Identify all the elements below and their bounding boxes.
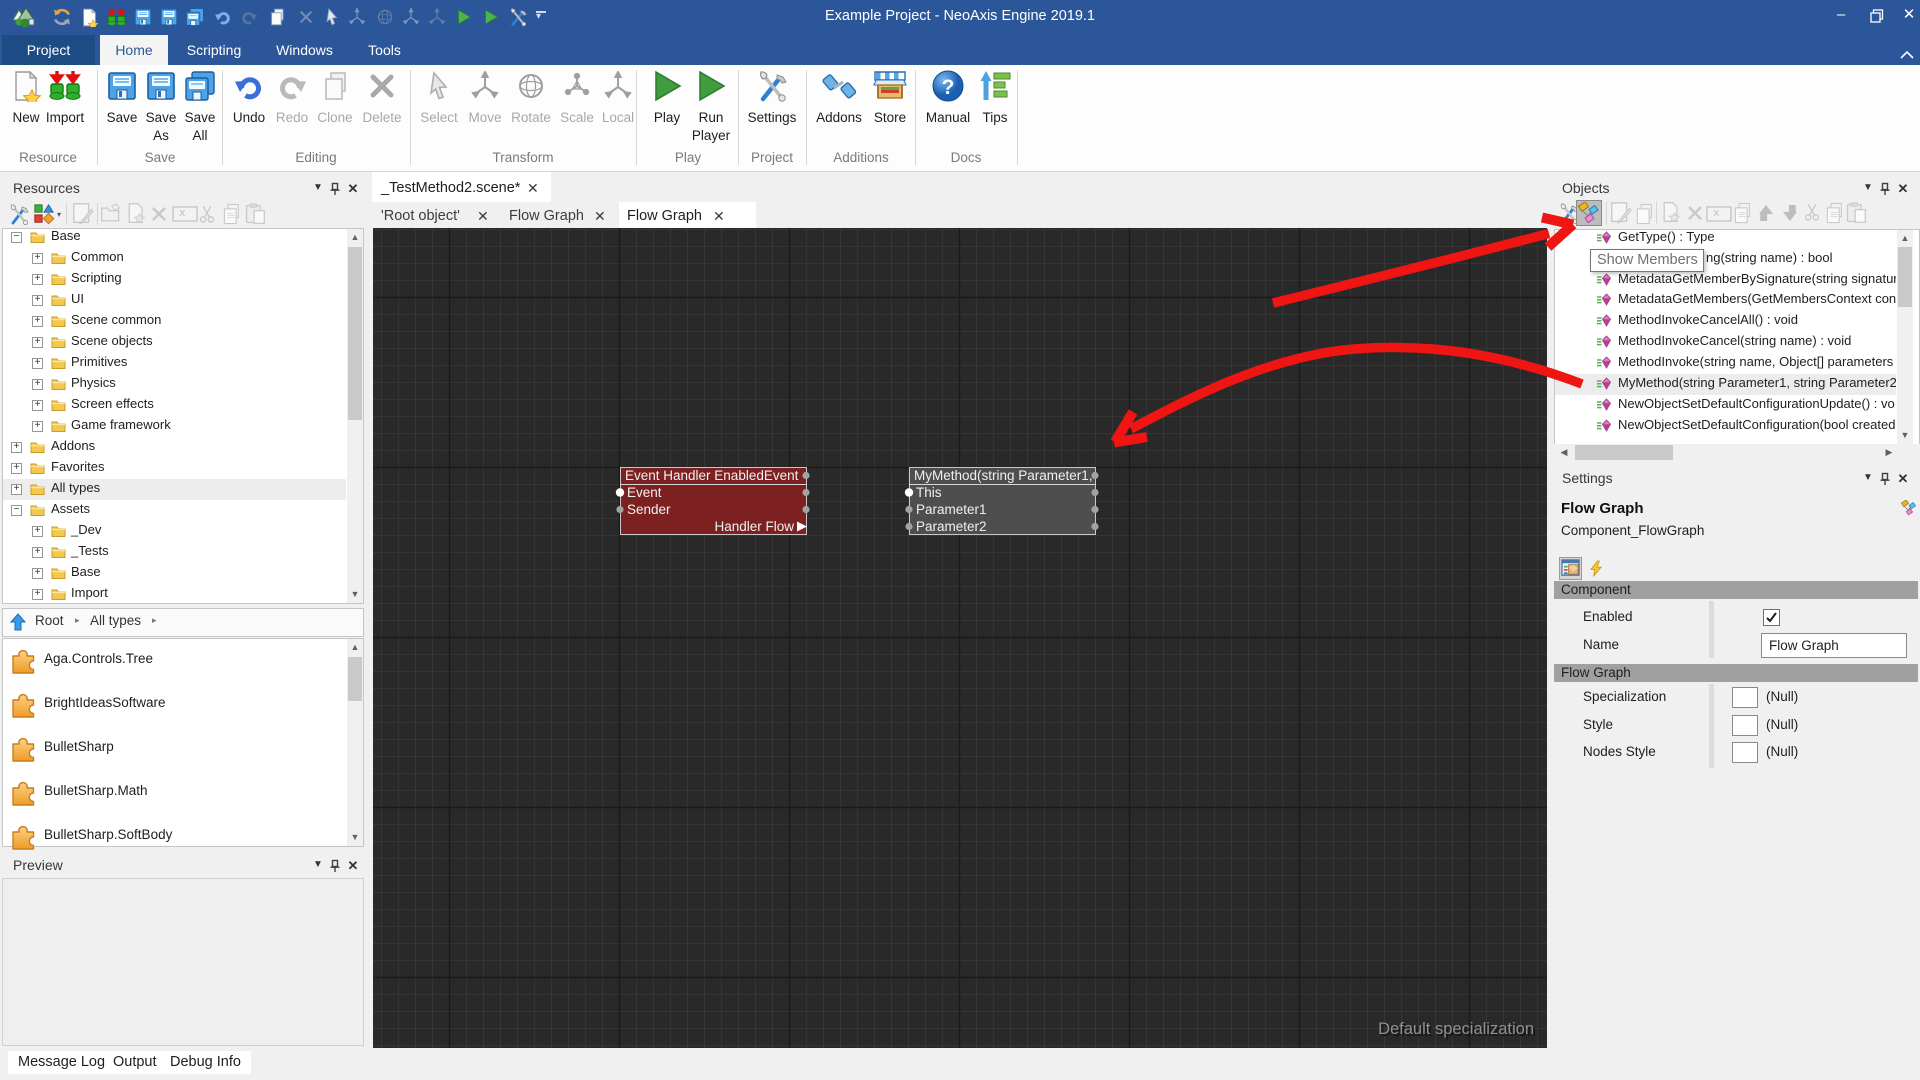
svg-text:Sender: Sender [627, 502, 671, 517]
svg-text:Event: Event [627, 485, 662, 500]
svg-text:MyMethod(string Parameter1,: MyMethod(string Parameter1, [914, 468, 1093, 483]
svg-text:?: ? [942, 76, 955, 99]
svg-text:Default specialization: Default specialization [1378, 1020, 1534, 1038]
svg-text:Handler Flow: Handler Flow [714, 519, 794, 534]
svg-text:Event Handler EnabledEvent: Event Handler EnabledEvent [625, 468, 799, 483]
svg-text:x: x [1713, 208, 1720, 220]
svg-text:Parameter1: Parameter1 [916, 502, 987, 517]
svg-text:x: x [179, 208, 186, 220]
svg-text:Parameter2: Parameter2 [916, 519, 987, 534]
svg-text:This: This [916, 485, 942, 500]
